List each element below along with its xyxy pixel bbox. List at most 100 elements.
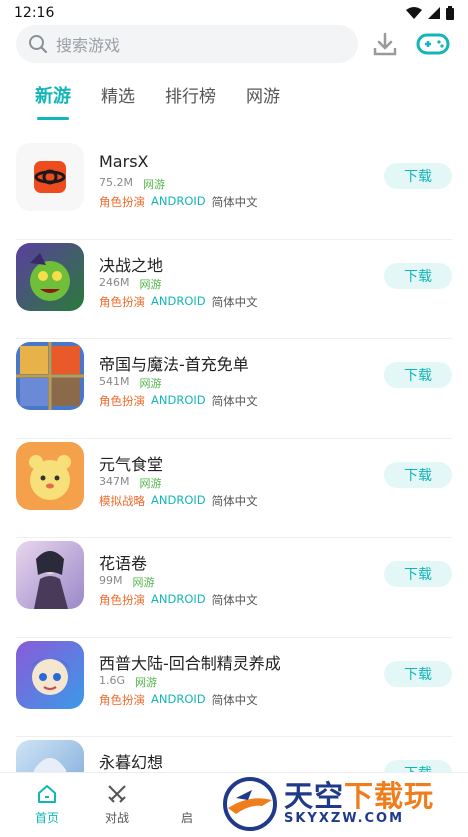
search-icon xyxy=(29,35,48,54)
game-item[interactable]: 元气食堂 347M 网游 模拟战略 ANDROID 简体中文 下载 xyxy=(16,439,452,538)
wifi-icon xyxy=(406,7,422,19)
game-meta: 75.2M 网游 xyxy=(99,176,165,192)
game-genre: 角色扮演 xyxy=(99,593,145,607)
game-icon-juezhan xyxy=(16,242,84,311)
game-language: 简体中文 xyxy=(211,593,258,607)
home-icon xyxy=(38,785,56,803)
game-tags: 角色扮演 ANDROID 简体中文 xyxy=(99,692,258,708)
tab-new-games[interactable]: 新游 xyxy=(35,82,71,122)
game-tags: 角色扮演 ANDROID 简体中文 xyxy=(99,294,258,310)
game-platform: ANDROID xyxy=(151,393,206,407)
watermark-title-b: 下载玩 xyxy=(344,779,435,814)
game-item[interactable]: 花语卷 99M 网游 角色扮演 ANDROID 简体中文 下载 xyxy=(16,538,452,638)
download-button[interactable]: 下载 xyxy=(384,163,452,189)
game-genre: 角色扮演 xyxy=(99,294,145,309)
game-tags: 角色扮演 ANDROID 简体中文 xyxy=(99,592,258,608)
game-type: 网游 xyxy=(139,476,162,490)
game-meta: 347M 网游 xyxy=(99,475,162,491)
game-genre: 角色扮演 xyxy=(99,195,145,209)
game-language: 简体中文 xyxy=(211,493,258,508)
game-item[interactable]: 西普大陆-回合制精灵养成 1.6G 网游 角色扮演 ANDROID 简体中文 下… xyxy=(16,638,452,737)
game-type: 网游 xyxy=(135,675,158,689)
status-icons xyxy=(406,6,454,20)
status-bar: 12:16 xyxy=(0,0,468,26)
game-language: 简体中文 xyxy=(211,692,258,707)
game-type: 网游 xyxy=(142,178,165,191)
nav-battle[interactable]: 对战 xyxy=(82,773,152,832)
game-meta: 99M 网游 xyxy=(99,574,155,590)
watermark-url: SKYXZW.COM xyxy=(284,810,405,826)
download-button[interactable]: 下载 xyxy=(384,262,452,289)
search-row: 搜索游戏 xyxy=(16,25,456,63)
download-button[interactable]: 下载 xyxy=(384,461,452,488)
nav-launch[interactable]: 启 xyxy=(152,773,222,832)
game-name: 永暮幻想 xyxy=(99,753,164,772)
game-name: 决战之地 xyxy=(99,255,164,275)
nav-battle-label: 对战 xyxy=(104,811,129,825)
game-genre: 角色扮演 xyxy=(99,394,145,408)
game-size: 1.6G xyxy=(99,673,126,687)
game-name: 元气食堂 xyxy=(99,454,164,474)
game-language: 简体中文 xyxy=(211,195,258,209)
game-name: 西普大陆-回合制精灵养成 xyxy=(99,653,281,673)
game-item[interactable]: 帝国与魔法-首充免单 541M 网游 角色扮演 ANDROID 简体中文 下载 xyxy=(16,339,452,439)
download-button[interactable]: 下载 xyxy=(384,561,452,587)
game-platform: ANDROID xyxy=(151,691,206,706)
game-item[interactable]: 决战之地 246M 网游 角色扮演 ANDROID 简体中文 下载 xyxy=(16,240,452,339)
game-icon-yuanqi xyxy=(16,441,84,510)
game-type: 网游 xyxy=(139,377,162,390)
nav-launch-label: 启 xyxy=(180,811,193,825)
game-size: 347M xyxy=(99,474,130,488)
game-name: MarsX xyxy=(99,152,149,171)
tab-online-games[interactable]: 网游 xyxy=(246,82,280,122)
game-type: 网游 xyxy=(139,277,162,291)
nav-home-label: 首页 xyxy=(34,811,59,825)
search-actions xyxy=(372,31,450,57)
game-item[interactable]: MarsX 75.2M 网游 角色扮演 ANDROID 简体中文 下载 xyxy=(16,140,452,240)
game-tags: 角色扮演 ANDROID 简体中文 xyxy=(99,393,258,409)
download-manager-icon[interactable] xyxy=(372,31,398,57)
game-icon-empire-magic xyxy=(16,342,84,410)
category-tabs: 新游 精选 排行榜 网游 xyxy=(0,82,468,126)
game-tags: 角色扮演 ANDROID 简体中文 xyxy=(99,194,258,210)
game-size: 99M xyxy=(99,574,123,587)
search-placeholder: 搜索游戏 xyxy=(56,36,121,55)
watermark-title: 天空下载玩 xyxy=(284,781,434,811)
game-icon-xipu xyxy=(16,640,84,709)
game-meta: 246M 网游 xyxy=(99,276,162,292)
watermark-logo xyxy=(223,776,277,831)
game-icon-marsx xyxy=(16,143,84,211)
battery-icon xyxy=(446,6,454,20)
game-name: 花语卷 xyxy=(99,554,148,573)
game-language: 简体中文 xyxy=(211,294,258,309)
game-list: MarsX 75.2M 网游 角色扮演 ANDROID 简体中文 下载 决战之地… xyxy=(0,140,468,837)
tab-ranking[interactable]: 排行榜 xyxy=(165,82,216,122)
game-icon-huayujuan xyxy=(16,541,84,609)
signal-icon xyxy=(428,7,440,19)
game-size: 541M xyxy=(99,375,130,388)
game-size: 246M xyxy=(99,275,130,289)
game-size: 75.2M xyxy=(99,176,133,189)
tab-featured[interactable]: 精选 xyxy=(101,82,135,122)
game-platform: ANDROID xyxy=(151,194,206,208)
status-time: 12:16 xyxy=(14,5,55,21)
gamepad-icon[interactable] xyxy=(416,32,450,56)
game-platform: ANDROID xyxy=(151,592,206,606)
game-name: 帝国与魔法-首充免单 xyxy=(99,355,249,374)
site-watermark: 天空下载玩 SKYXZW.COM xyxy=(222,775,468,832)
download-button[interactable]: 下载 xyxy=(384,362,452,388)
game-language: 简体中文 xyxy=(211,394,258,408)
search-input[interactable]: 搜索游戏 xyxy=(16,25,358,63)
game-genre: 模拟战略 xyxy=(99,493,145,508)
game-genre: 角色扮演 xyxy=(99,692,145,707)
watermark-title-a: 天空 xyxy=(284,779,345,814)
nav-home[interactable]: 首页 xyxy=(12,773,82,832)
game-type: 网游 xyxy=(132,576,155,589)
game-tags: 模拟战略 ANDROID 简体中文 xyxy=(99,493,258,509)
download-button[interactable]: 下载 xyxy=(384,660,452,687)
game-meta: 541M 网游 xyxy=(99,375,162,391)
game-meta: 1.6G 网游 xyxy=(99,674,157,690)
swords-icon xyxy=(108,785,126,803)
game-platform: ANDROID xyxy=(151,492,206,507)
game-platform: ANDROID xyxy=(151,293,206,308)
